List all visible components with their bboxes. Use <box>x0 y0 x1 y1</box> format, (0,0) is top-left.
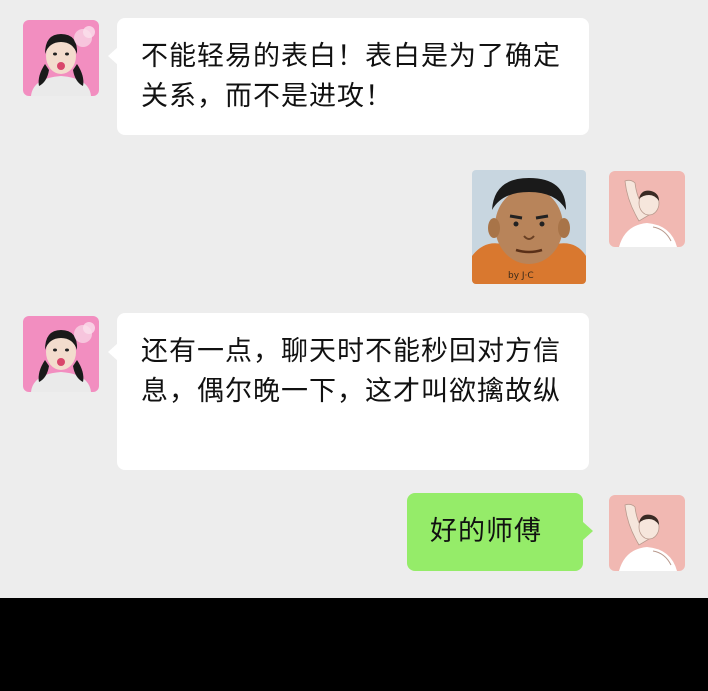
message-bubble[interactable]: 不能轻易的表白！表白是为了确定关系，而不是进攻！ <box>117 18 589 135</box>
message-bubble[interactable]: 还有一点，聊天时不能秒回对方信息，偶尔晚一下，这才叫欲擒故纵 <box>117 313 589 470</box>
message-bubble[interactable]: 好的师傅 <box>407 493 583 571</box>
chat-area: 不能轻易的表白！表白是为了确定关系，而不是进攻！ by J·C 还有一点，聊天时… <box>0 0 708 598</box>
self-avatar[interactable] <box>609 171 685 247</box>
message-text: 还有一点，聊天时不能秒回对方信息，偶尔晚一下，这才叫欲擒故纵 <box>141 336 561 407</box>
avatar-woman-stretching-icon <box>609 495 685 571</box>
sticker-message[interactable]: by J·C <box>472 170 586 284</box>
black-bottom-area <box>0 598 708 691</box>
avatar-woman-stretching-icon <box>609 171 685 247</box>
avatar-girl-icon <box>23 20 99 96</box>
bubble-tail <box>583 522 593 540</box>
avatar-girl-icon <box>23 316 99 392</box>
message-text: 好的师傅 <box>430 516 542 547</box>
sticker-caption: by J·C <box>508 271 534 281</box>
cartoon-face-sticker: by J·C <box>472 170 586 284</box>
contact-avatar[interactable] <box>23 20 99 96</box>
contact-avatar[interactable] <box>23 316 99 392</box>
message-text: 不能轻易的表白！表白是为了确定关系，而不是进攻！ <box>141 41 561 112</box>
self-avatar[interactable] <box>609 495 685 571</box>
